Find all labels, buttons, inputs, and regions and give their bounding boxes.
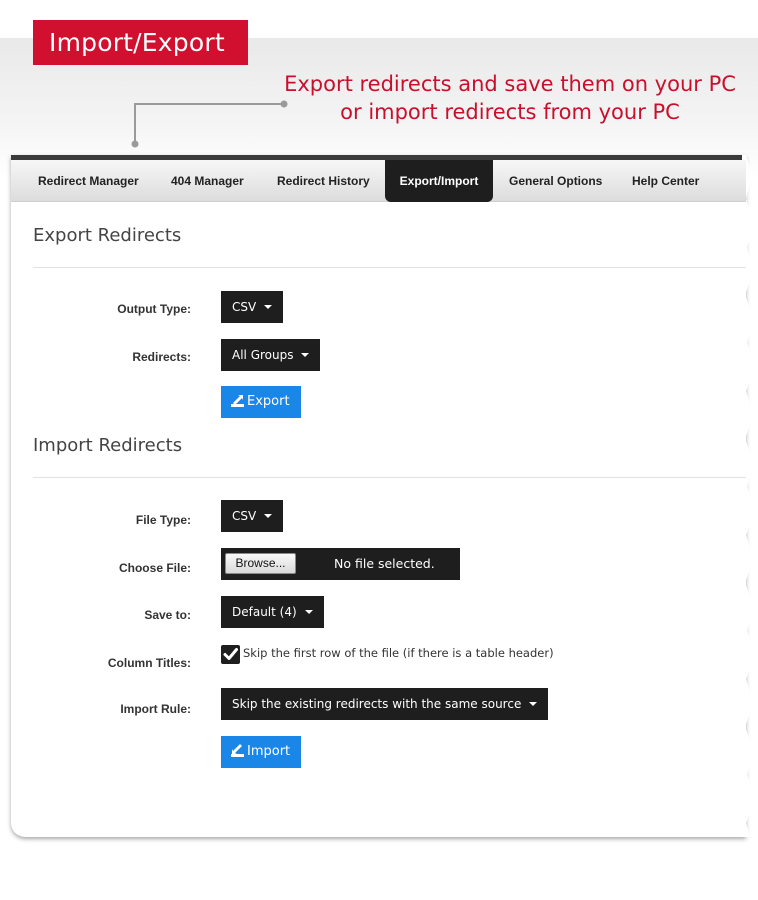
navigation-tabs: Redirect Manager 404 Manager Redirect Hi… — [11, 160, 746, 202]
import-divider — [33, 477, 746, 478]
tab-redirect-history[interactable]: Redirect History — [277, 160, 370, 202]
output-type-dropdown[interactable]: CSV — [221, 291, 284, 323]
skip-first-row-checkbox[interactable] — [221, 645, 240, 664]
file-type-value: CSV — [232, 509, 257, 523]
import-icon — [231, 744, 244, 757]
column-titles-label: Column Titles: — [107, 656, 191, 670]
browse-button[interactable]: Browse... — [225, 553, 296, 574]
import-button[interactable]: Import — [221, 736, 302, 768]
export-divider — [33, 267, 746, 268]
main-panel: Redirect Manager 404 Manager Redirect Hi… — [11, 155, 755, 837]
save-to-label: Save to: — [144, 608, 191, 622]
redirects-label: Redirects: — [132, 350, 191, 364]
tab-help-center[interactable]: Help Center — [632, 160, 699, 202]
output-type-label: Output Type: — [117, 302, 191, 316]
tab-general-options[interactable]: General Options — [509, 160, 602, 202]
tab-redirect-manager[interactable]: Redirect Manager — [38, 160, 139, 202]
tab-404-manager[interactable]: 404 Manager — [171, 160, 244, 202]
chevron-down-icon — [264, 305, 273, 309]
import-button-label: Import — [247, 744, 291, 759]
export-button-label: Export — [247, 394, 290, 409]
file-type-dropdown[interactable]: CSV — [221, 500, 284, 532]
checkmark-icon — [223, 648, 238, 660]
output-type-value: CSV — [232, 300, 257, 314]
redirects-group-value: All Groups — [232, 348, 294, 362]
chevron-down-icon — [529, 702, 538, 706]
chevron-down-icon — [301, 353, 310, 357]
redirects-group-dropdown[interactable]: All Groups — [221, 339, 321, 371]
chevron-down-icon — [264, 514, 273, 518]
save-to-dropdown[interactable]: Default (4) — [221, 596, 324, 628]
import-section-title: Import Redirects — [33, 435, 183, 456]
file-status-text: No file selected. — [334, 556, 435, 571]
page-tagline: Export redirects and save them on your P… — [270, 70, 750, 126]
import-rule-dropdown[interactable]: Skip the existing redirects with the sam… — [221, 688, 549, 720]
chevron-down-icon — [304, 610, 313, 614]
export-button[interactable]: Export — [221, 386, 301, 418]
tagline-line-2: or import redirects from your PC — [340, 100, 680, 124]
choose-file-label: Choose File: — [118, 561, 191, 575]
callout-connector-line — [131, 100, 288, 148]
export-icon — [231, 395, 244, 407]
tagline-line-1: Export redirects and save them on your P… — [284, 72, 736, 96]
import-rule-value: Skip the existing redirects with the sam… — [232, 697, 522, 711]
export-section-title: Export Redirects — [33, 225, 182, 246]
torn-paper-edge — [742, 155, 755, 837]
import-rule-label: Import Rule: — [120, 702, 191, 716]
skip-first-row-text: Skip the first row of the file (if there… — [243, 646, 554, 660]
save-to-value: Default (4) — [232, 605, 297, 619]
file-type-label: File Type: — [135, 513, 191, 527]
tab-export-import[interactable]: Export/Import — [385, 160, 493, 202]
file-picker: Browse... No file selected. — [221, 548, 460, 580]
